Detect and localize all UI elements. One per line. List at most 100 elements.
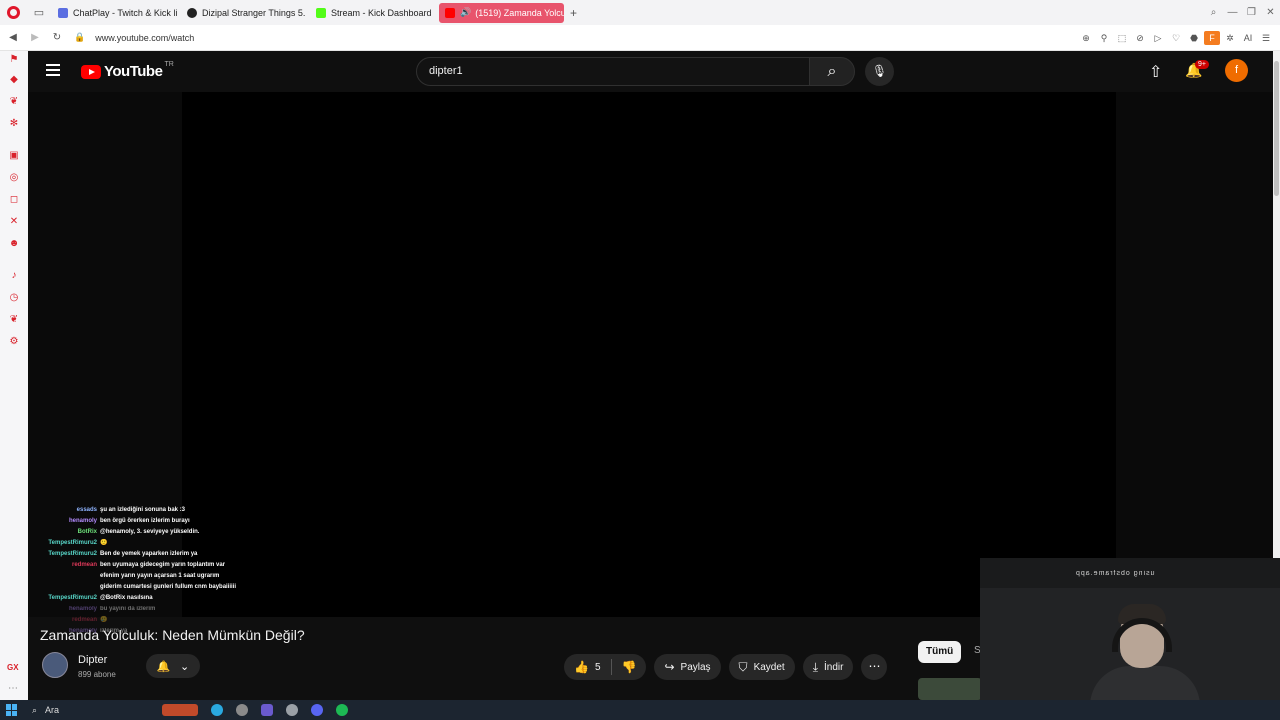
url-field[interactable]: www.youtube.com/watch xyxy=(95,33,194,43)
chat-username: henamoly xyxy=(68,628,97,634)
instagram-icon[interactable]: ◻ xyxy=(7,193,21,207)
taskbar-app-opera[interactable] xyxy=(236,704,249,716)
share-button[interactable]: ↪ Paylaş xyxy=(654,654,721,680)
taskbar-search[interactable]: ⌕ Ara xyxy=(32,705,59,716)
search-icon[interactable]: ⌕ xyxy=(809,57,855,86)
settings-icon[interactable]: ⚙ xyxy=(7,335,21,349)
aria-ai-button[interactable]: AI xyxy=(1240,33,1256,43)
cherry2-icon[interactable]: ❦ xyxy=(7,313,21,327)
tab-label: ChatPlay - Twitch & Kick li xyxy=(73,7,177,18)
chat-username: redmean xyxy=(71,562,97,568)
chat-text: izlerim ya xyxy=(100,628,128,634)
tab-overview-icon[interactable]: ▭ xyxy=(26,0,52,25)
clock-icon[interactable]: ◷ xyxy=(7,291,21,305)
discord-icon[interactable]: ☻ xyxy=(7,237,21,251)
download-icon: ⤓ xyxy=(812,659,819,674)
video-player[interactable] xyxy=(182,92,1116,617)
gx-label[interactable]: GX xyxy=(7,663,19,672)
menu-icon[interactable]: ☰ xyxy=(1258,33,1274,44)
like-dislike-group: 👍 5 👎 xyxy=(564,654,647,680)
close-icon[interactable]: ✕ xyxy=(1261,7,1280,18)
chat-username: henamoly xyxy=(68,518,97,524)
taskbar-app-widget[interactable] xyxy=(162,704,199,716)
account-avatar[interactable]: f xyxy=(1225,59,1248,82)
taskbar-app-obs[interactable] xyxy=(286,704,299,716)
tab-chatplay[interactable]: ChatPlay - Twitch & Kick li xyxy=(52,3,177,23)
chat-text: Ben de yemek yaparken izlerim ya xyxy=(100,551,198,557)
dislike-icon[interactable]: 👎 xyxy=(622,660,637,674)
hamburger-menu-icon[interactable] xyxy=(46,64,60,76)
youtube-logo[interactable]: YouTube TR xyxy=(81,61,174,80)
audio-icon[interactable]: 🔊 xyxy=(460,7,471,18)
recommended-video-thumbnail[interactable] xyxy=(918,678,982,700)
more-actions-icon[interactable]: ⋯ xyxy=(861,654,888,680)
snowflake-icon[interactable]: ✻ xyxy=(7,117,21,131)
taskbar-app-edge[interactable] xyxy=(211,704,224,716)
like-icon[interactable]: 👍 xyxy=(574,660,589,674)
chat-message: henamoly ben örgü örerken izlerim burayı xyxy=(36,516,266,527)
chatplay-favicon-icon xyxy=(58,7,68,18)
chevron-down-icon: ⌄ xyxy=(180,660,190,673)
snapshot-icon[interactable]: ⬚ xyxy=(1114,33,1130,44)
zoom-icon[interactable]: ⊕ xyxy=(1078,33,1094,44)
restore-icon[interactable]: ❐ xyxy=(1242,7,1261,18)
subscription-bell-button[interactable]: 🔔 ⌄ xyxy=(146,654,200,678)
twitch-icon[interactable]: ▣ xyxy=(7,149,21,163)
kick-favicon-icon xyxy=(316,7,326,18)
tab-youtube-active[interactable]: 🔊 (1519) Zamanda Yolculu xyxy=(439,2,564,23)
forward-icon[interactable]: ▶ xyxy=(26,32,44,43)
microphone-icon[interactable]: 🎙 xyxy=(865,57,894,86)
download-button[interactable]: ⤓ İndir xyxy=(802,654,854,680)
more-icon[interactable]: ⋯ xyxy=(8,683,18,694)
ad-block-icon[interactable]: ⊘ xyxy=(1132,33,1148,44)
x-icon[interactable]: ✕ xyxy=(7,215,21,229)
tab-kick-dashboard[interactable]: Stream - Kick Dashboard xyxy=(310,3,435,23)
new-tab-button[interactable]: + xyxy=(570,6,577,20)
back-icon[interactable]: ◀ xyxy=(4,32,22,43)
tab-label: Stream - Kick Dashboard xyxy=(331,7,432,18)
taskbar-app-spotify[interactable] xyxy=(336,704,349,716)
extension-f-icon[interactable]: F xyxy=(1204,31,1220,45)
guitar-icon[interactable]: ♪ xyxy=(7,269,21,283)
heart-icon[interactable]: ♡ xyxy=(1168,33,1184,44)
minimize-icon[interactable]: — xyxy=(1223,7,1242,18)
tab-dizipal[interactable]: Dizipal Stranger Things 5. xyxy=(181,3,306,23)
youtube-wordmark: YouTube xyxy=(104,63,163,80)
taskbar-app-discord[interactable] xyxy=(311,704,324,716)
extension-icon[interactable]: ⬣ xyxy=(1186,33,1202,44)
taskbar-app-teams[interactable] xyxy=(261,704,274,716)
player-icon[interactable]: ▷ xyxy=(1150,33,1166,44)
share-label: Paylaş xyxy=(680,661,711,673)
chat-username: essads xyxy=(76,507,97,513)
notification-badge: 9+ xyxy=(1195,60,1209,69)
chat-text: @henamoly, 3. seviyeye yükseldin. xyxy=(100,529,200,535)
save-button[interactable]: ⛉ Kaydet xyxy=(728,654,795,680)
upload-icon[interactable]: ⇧ xyxy=(1149,62,1162,82)
windows-taskbar: ⌕ Ara xyxy=(0,700,1280,720)
channel-name[interactable]: Dipter xyxy=(78,654,107,666)
chip-all[interactable]: Tümü xyxy=(918,641,962,663)
cherry-icon[interactable]: ❦ xyxy=(7,95,21,109)
pin-icon[interactable]: ⚲ xyxy=(1096,33,1112,44)
share-icon: ↪ xyxy=(664,660,675,674)
channel-avatar[interactable] xyxy=(42,652,68,678)
aria-icon[interactable]: ◆ xyxy=(7,73,21,87)
lock-icon[interactable]: 🔒 xyxy=(74,32,85,43)
chat-message: henamoly izlerim ya xyxy=(36,626,266,637)
scrollbar-thumb[interactable] xyxy=(1274,61,1279,196)
extension-puzzle-icon[interactable]: ✲ xyxy=(1222,33,1238,44)
reload-icon[interactable]: ↻ xyxy=(48,32,66,43)
search-tabs-icon[interactable]: ⌕ xyxy=(1204,7,1223,18)
webcam-watermark: using obsframe.app xyxy=(1075,570,1155,577)
download-label: İndir xyxy=(824,661,844,673)
opera-logo-icon[interactable] xyxy=(0,0,26,25)
search-input[interactable]: dipter1 xyxy=(416,57,810,86)
chat-text: 🙂 xyxy=(100,540,108,546)
tab-label: Dizipal Stranger Things 5. xyxy=(202,7,306,18)
windows-start-icon[interactable] xyxy=(6,704,18,716)
whatsapp-icon[interactable]: ◎ xyxy=(7,171,21,185)
tab-label: (1519) Zamanda Yolculu xyxy=(475,7,564,18)
taskbar-search-label: Ara xyxy=(45,705,60,715)
pin-icon[interactable]: ⚑ xyxy=(7,53,21,67)
country-code: TR xyxy=(164,61,174,68)
